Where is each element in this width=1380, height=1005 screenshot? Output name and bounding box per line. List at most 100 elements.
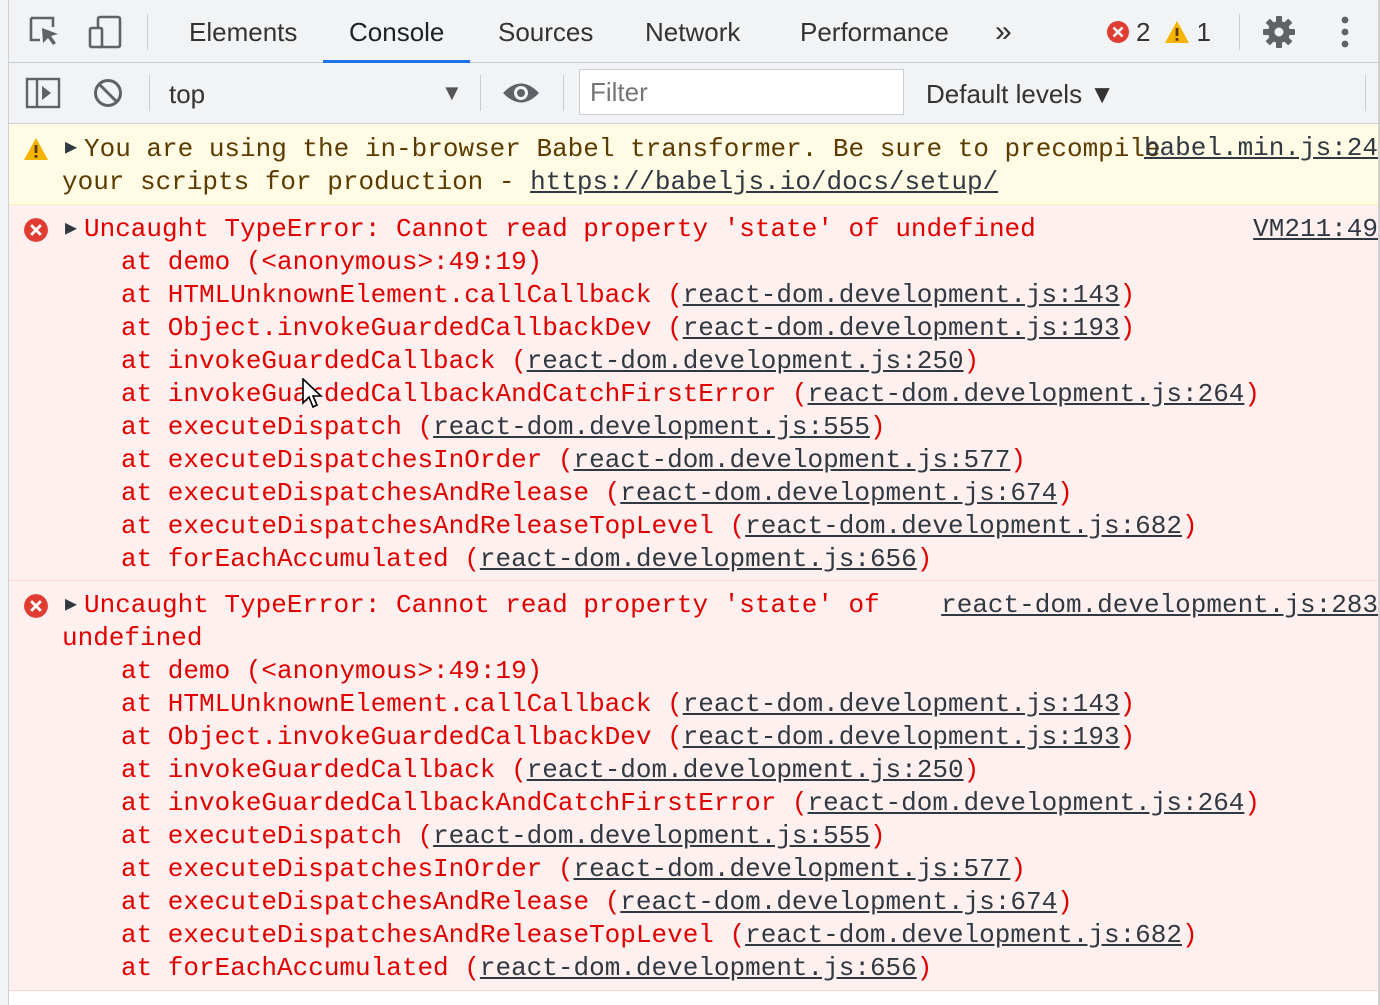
stack-frame: at invokeGuardedCallback (react-dom.deve… bbox=[121, 346, 980, 376]
console-messages: ▶ You are using the in-browser Babel tra… bbox=[9, 124, 1378, 991]
clear-console-icon[interactable] bbox=[91, 76, 125, 110]
stack-frame-source-link[interactable]: react-dom.development.js:143 bbox=[683, 689, 1120, 719]
warning-text-line1: You are using the in-browser Babel trans… bbox=[84, 134, 1161, 164]
stack-frame: at executeDispatchesInOrder (react-dom.d… bbox=[121, 445, 1026, 475]
tab-network[interactable]: Network bbox=[645, 0, 740, 62]
stack-frame-function: at invokeGuardedCallbackAndCatchFirstErr… bbox=[121, 379, 792, 409]
stack-frame-source-link[interactable]: react-dom.development.js:555 bbox=[433, 821, 870, 851]
stack-frame: at HTMLUnknownElement.callCallback (reac… bbox=[121, 280, 1136, 310]
error-icon bbox=[24, 594, 48, 618]
babel-docs-link[interactable]: https://babeljs.io/docs/setup/ bbox=[530, 167, 998, 197]
stack-frame-function: at executeDispatchesAndReleaseTopLevel bbox=[121, 511, 730, 541]
stack-frame: at executeDispatch (react-dom.developmen… bbox=[121, 821, 886, 851]
stack-frame-source-link[interactable]: react-dom.development.js:674 bbox=[620, 887, 1057, 917]
stack-frame: at executeDispatchesAndRelease (react-do… bbox=[121, 478, 1073, 508]
more-options-icon[interactable] bbox=[1327, 14, 1363, 50]
stack-frame-source-link[interactable]: react-dom.development.js:577 bbox=[573, 445, 1010, 475]
error-count-badge[interactable]: 2 1 bbox=[1106, 14, 1211, 50]
expand-triangle-icon[interactable]: ▶ bbox=[65, 589, 77, 622]
stack-frame: at demo (<anonymous>:49:19) bbox=[121, 655, 1260, 688]
stack-frame-source-link[interactable]: react-dom.development.js:682 bbox=[745, 511, 1182, 541]
stack-frame-source-link[interactable]: react-dom.development.js:264 bbox=[808, 379, 1245, 409]
warning-icon bbox=[24, 138, 48, 160]
stack-frame-source-link[interactable]: react-dom.development.js:193 bbox=[683, 313, 1120, 343]
stack-frame-function: at demo bbox=[121, 656, 246, 686]
error-count: 2 bbox=[1136, 16, 1151, 47]
tab-elements[interactable]: Elements bbox=[189, 0, 297, 62]
stack-frame-source-link[interactable]: react-dom.development.js:577 bbox=[573, 854, 1010, 884]
stack-frame-source-link[interactable]: react-dom.development.js:264 bbox=[808, 788, 1245, 818]
expand-triangle-icon[interactable]: ▶ bbox=[65, 213, 77, 246]
stack-frame-function: at executeDispatch bbox=[121, 412, 418, 442]
stack-frame-function: at executeDispatchesAndRelease bbox=[121, 887, 605, 917]
settings-gear-icon[interactable] bbox=[1261, 14, 1297, 50]
device-toolbar-icon[interactable] bbox=[87, 14, 123, 50]
tab-console[interactable]: Console bbox=[322, 0, 471, 63]
error-icon bbox=[1107, 21, 1129, 43]
show-sidebar-icon[interactable] bbox=[25, 76, 61, 110]
filter-input[interactable] bbox=[579, 69, 904, 115]
stack-frame: at invokeGuardedCallbackAndCatchFirstErr… bbox=[121, 379, 1261, 409]
stack-frame-source-link[interactable]: react-dom.development.js:143 bbox=[683, 280, 1120, 310]
context-dropdown-arrow-icon[interactable]: ▼ bbox=[441, 63, 463, 123]
stack-frame: at HTMLUnknownElement.callCallback (reac… bbox=[121, 689, 1136, 719]
stack-frame-source-link[interactable]: react-dom.development.js:250 bbox=[527, 755, 964, 785]
stack-frame-source-link[interactable]: react-dom.development.js:193 bbox=[683, 722, 1120, 752]
toolbar-divider-2 bbox=[480, 75, 481, 111]
stack-trace: at demo (<anonymous>:49:19) at HTMLUnknow… bbox=[121, 246, 1260, 576]
stack-frame: at executeDispatchesAndReleaseTopLevel (… bbox=[121, 920, 1198, 950]
tab-bar-divider bbox=[147, 14, 148, 50]
warning-text-line2: your scripts for production - bbox=[62, 167, 531, 197]
console-message-error: ▶ Uncaught TypeError: Cannot read proper… bbox=[9, 205, 1378, 581]
stack-frame-function: at invokeGuardedCallbackAndCatchFirstErr… bbox=[121, 788, 792, 818]
mouse-cursor-icon bbox=[302, 378, 324, 409]
stack-frame-source-link[interactable]: react-dom.development.js:555 bbox=[433, 412, 870, 442]
warning-count: 1 bbox=[1196, 16, 1211, 47]
stack-frame-function: at invokeGuardedCallback bbox=[121, 346, 512, 376]
stack-frame-source-link[interactable]: react-dom.development.js:250 bbox=[527, 346, 964, 376]
message-source-link[interactable]: react-dom.development.js:283 bbox=[941, 589, 1378, 622]
tab-bar-divider-2 bbox=[1239, 14, 1240, 50]
more-tabs-button[interactable]: » bbox=[995, 0, 1012, 62]
stack-frame-source-link[interactable]: react-dom.development.js:656 bbox=[480, 953, 917, 983]
error-message-text-wrap: undefined bbox=[62, 623, 203, 653]
stack-frame-location: (<anonymous>:49:19) bbox=[245, 656, 543, 686]
inspect-element-icon[interactable] bbox=[27, 14, 63, 50]
panel-left-edge bbox=[0, 0, 9, 1005]
stack-frame-source-link[interactable]: react-dom.development.js:682 bbox=[745, 920, 1182, 950]
stack-frame-source-link[interactable]: react-dom.development.js:674 bbox=[620, 478, 1057, 508]
toolbar-divider bbox=[149, 75, 150, 111]
stack-frame: at Object.invokeGuardedCallbackDev (reac… bbox=[121, 722, 1136, 752]
stack-frame-location: (<anonymous>:49:19) bbox=[245, 247, 543, 277]
stack-frame-function: at HTMLUnknownElement.callCallback bbox=[121, 280, 668, 310]
console-message-error: ▶ Uncaught TypeError: Cannot read proper… bbox=[9, 581, 1378, 991]
stack-frame: at forEachAccumulated (react-dom.develop… bbox=[121, 953, 933, 983]
log-levels-dropdown[interactable]: Default levels ▼ bbox=[926, 63, 1115, 123]
expand-triangle-icon[interactable]: ▶ bbox=[65, 132, 77, 165]
tab-performance[interactable]: Performance bbox=[800, 0, 949, 62]
stack-frame: at executeDispatchesAndReleaseTopLevel (… bbox=[121, 511, 1198, 541]
stack-frame: at executeDispatch (react-dom.developmen… bbox=[121, 412, 886, 442]
live-expression-eye-icon[interactable] bbox=[501, 77, 541, 109]
message-source-link[interactable]: babel.min.js:24 bbox=[1144, 132, 1378, 165]
stack-frame-function: at executeDispatchesInOrder bbox=[121, 445, 558, 475]
stack-frame: at Object.invokeGuardedCallbackDev (reac… bbox=[121, 313, 1136, 343]
stack-frame: at forEachAccumulated (react-dom.develop… bbox=[121, 544, 933, 574]
error-message-text: Uncaught TypeError: Cannot read property… bbox=[84, 214, 1036, 244]
stack-frame-function: at executeDispatchesAndRelease bbox=[121, 478, 605, 508]
message-source-link[interactable]: VM211:49 bbox=[1253, 213, 1378, 246]
toolbar-divider-3 bbox=[563, 75, 564, 111]
console-message-warning: ▶ You are using the in-browser Babel tra… bbox=[9, 124, 1378, 205]
context-selector[interactable]: top bbox=[169, 63, 205, 123]
stack-frame-function: at HTMLUnknownElement.callCallback bbox=[121, 689, 668, 719]
stack-frame-source-link[interactable]: react-dom.development.js:656 bbox=[480, 544, 917, 574]
stack-frame-function: at Object.invokeGuardedCallbackDev bbox=[121, 313, 668, 343]
stack-frame: at executeDispatchesInOrder (react-dom.d… bbox=[121, 854, 1026, 884]
stack-frame-function: at Object.invokeGuardedCallbackDev bbox=[121, 722, 668, 752]
stack-frame-function: at executeDispatch bbox=[121, 821, 418, 851]
stack-frame: at invokeGuardedCallbackAndCatchFirstErr… bbox=[121, 788, 1261, 818]
tab-sources[interactable]: Sources bbox=[498, 0, 593, 62]
stack-frame: at invokeGuardedCallback (react-dom.deve… bbox=[121, 755, 980, 785]
stack-frame-function: at demo bbox=[121, 247, 246, 277]
stack-frame-function: at forEachAccumulated bbox=[121, 544, 465, 574]
